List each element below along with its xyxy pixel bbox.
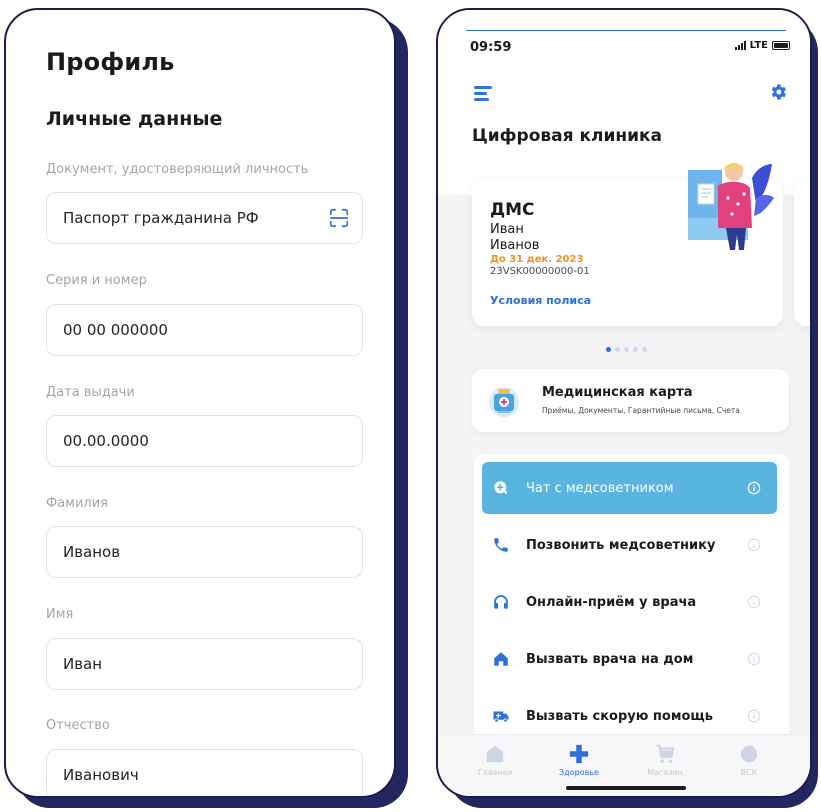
first-name-value: Иван: [63, 655, 103, 673]
ambulance-icon: [493, 711, 509, 723]
action-label: Позвонить медсоветнику: [526, 537, 716, 553]
tab-home[interactable]: Главная: [460, 743, 530, 777]
network-label: LTE: [749, 40, 768, 51]
carousel-dots: [606, 347, 647, 352]
medical-card-icon: [489, 387, 519, 417]
patronymic-field[interactable]: Иванович: [46, 749, 363, 796]
next-card-peek[interactable]: [794, 180, 810, 326]
headphones-icon: [494, 595, 508, 609]
tab-label: Главная: [477, 768, 513, 777]
document-label: Документ, удостоверяющий личность: [46, 162, 309, 177]
clinic-screen: 09:59 LTE Цифровая клиника ДМС Иван Иван…: [436, 8, 812, 798]
signal-icon: [734, 41, 746, 50]
issue-date-value: 00.00.0000: [63, 432, 149, 450]
house-icon: [494, 652, 508, 666]
gear-icon[interactable]: [768, 82, 788, 102]
medical-card-subtitle: Приёмы, Документы, Гарантийные письма, С…: [542, 406, 740, 415]
status-bar: 09:59 LTE: [438, 10, 810, 70]
tab-label: ВСК: [740, 768, 758, 777]
action-doctor-home[interactable]: Вызвать врача на дом: [482, 633, 777, 685]
battery-icon: [772, 41, 790, 50]
action-label: Вызвать скорую помощь: [526, 708, 713, 724]
medical-card-title: Медицинская карта: [542, 385, 693, 400]
home-indicator[interactable]: [566, 786, 686, 790]
series-number-value: 00 00 000000: [63, 321, 168, 339]
info-icon[interactable]: [747, 595, 761, 609]
issue-date-label: Дата выдачи: [46, 385, 135, 400]
patronymic-label: Отчество: [46, 718, 110, 733]
info-icon[interactable]: [747, 652, 761, 666]
section-title: Личные данные: [46, 108, 223, 130]
cart-icon: [656, 744, 675, 764]
first-name-field[interactable]: Иван: [46, 638, 363, 690]
circle-icon: [740, 745, 758, 763]
carousel-dot[interactable]: [633, 347, 638, 352]
info-icon[interactable]: [747, 538, 761, 552]
document-field[interactable]: Паспорт гражданина РФ: [46, 192, 363, 244]
action-chat-consultant[interactable]: Чат с медсоветником: [482, 462, 777, 514]
info-icon[interactable]: [747, 481, 761, 495]
action-label: Чат с медсоветником: [526, 480, 674, 496]
tab-label: Магазин: [647, 768, 683, 777]
tab-shop[interactable]: Магазин: [630, 743, 700, 777]
policy-valid-until: До 31 дек. 2023: [490, 254, 584, 265]
action-label: Онлайн-приём у врача: [526, 594, 697, 610]
carousel-dot[interactable]: [624, 347, 629, 352]
last-name-value: Иванов: [63, 543, 121, 561]
menu-icon[interactable]: [474, 86, 492, 102]
issue-date-field[interactable]: 00.00.0000: [46, 415, 363, 467]
chat-icon: [494, 481, 507, 495]
status-indicators: LTE: [734, 40, 790, 51]
status-divider: [466, 30, 786, 31]
tab-label: Здоровье: [559, 768, 599, 777]
carousel-dot[interactable]: [615, 347, 620, 352]
doctor-illustration: [688, 163, 774, 250]
medical-card-button[interactable]: Медицинская карта Приёмы, Документы, Гар…: [472, 369, 789, 432]
status-time: 09:59: [470, 40, 512, 55]
scan-icon[interactable]: [328, 207, 350, 229]
home-icon: [486, 745, 504, 763]
series-number-label: Серия и номер: [46, 273, 147, 288]
action-label: Вызвать врача на дом: [526, 651, 694, 667]
series-number-field[interactable]: 00 00 000000: [46, 304, 363, 356]
first-name-label: Имя: [46, 607, 74, 622]
page-title: Цифровая клиника: [472, 126, 663, 146]
carousel-dot[interactable]: [606, 347, 611, 352]
actions-list: Чат с медсоветником Позвонить медсоветни…: [474, 454, 789, 744]
policy-card[interactable]: ДМС Иван Иванов До 31 дек. 2023 23VSK000…: [472, 163, 783, 326]
policy-first-name: Иван: [490, 222, 524, 237]
action-call-consultant[interactable]: Позвонить медсоветнику: [482, 519, 777, 571]
patronymic-value: Иванович: [63, 766, 139, 784]
tab-vsk[interactable]: ВСК: [714, 743, 784, 777]
page-title: Профиль: [46, 48, 175, 76]
policy-number: 23VSK00000000-01: [490, 266, 590, 277]
last-name-field[interactable]: Иванов: [46, 526, 363, 578]
phone-icon: [494, 538, 508, 552]
policy-terms-link[interactable]: Условия полиса: [490, 294, 591, 307]
action-online-doctor[interactable]: Онлайн-приём у врача: [482, 576, 777, 628]
tab-health[interactable]: Здоровье: [544, 743, 614, 777]
carousel-dot[interactable]: [642, 347, 647, 352]
last-name-label: Фамилия: [46, 496, 108, 511]
document-value: Паспорт гражданина РФ: [63, 209, 259, 227]
policy-last-name: Иванов: [490, 238, 540, 253]
cross-icon: [569, 744, 589, 764]
info-icon[interactable]: [747, 709, 761, 723]
policy-title: ДМС: [490, 200, 535, 220]
profile-screen: Профиль Личные данные Документ, удостове…: [4, 8, 396, 798]
